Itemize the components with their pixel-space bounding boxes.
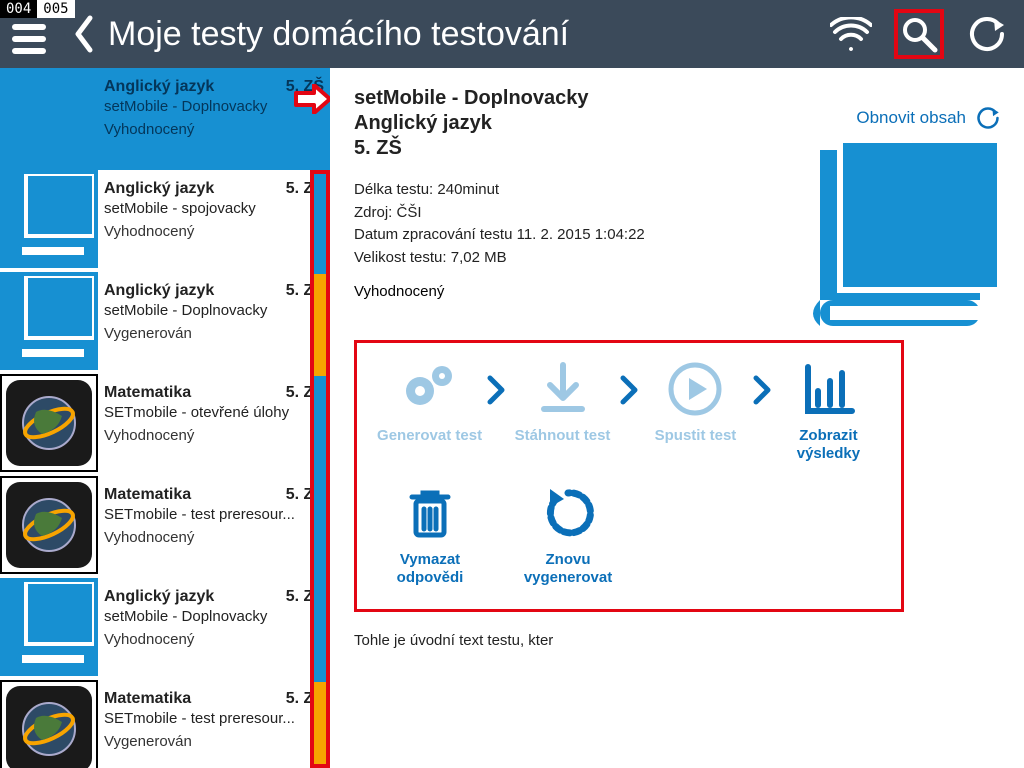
menu-button[interactable] bbox=[12, 19, 52, 59]
item-subject: Anglický jazyk bbox=[104, 78, 214, 96]
item-source: setMobile - Doplnovacky bbox=[104, 608, 324, 625]
item-grade: 5. ZŠ bbox=[286, 180, 324, 198]
back-button[interactable] bbox=[72, 14, 102, 54]
book-icon bbox=[0, 272, 98, 370]
chevron-icon bbox=[484, 357, 508, 405]
book-icon bbox=[0, 170, 98, 268]
item-source: setMobile - spojovacky bbox=[104, 200, 324, 217]
download-icon bbox=[508, 357, 617, 421]
globe-icon bbox=[0, 374, 98, 472]
action-results[interactable]: Zobrazit výsledky bbox=[774, 357, 883, 463]
page-title: Moje testy domácího testování bbox=[108, 15, 826, 54]
play-icon bbox=[641, 357, 750, 421]
item-grade: 5. ZŠ bbox=[286, 282, 324, 300]
undo-icon bbox=[513, 481, 623, 545]
item-status: Vyhodnocený bbox=[104, 529, 324, 546]
item-status: Vyhodnocený bbox=[104, 631, 324, 648]
list-item[interactable]: Anglický jazyk 5. ZŠ setMobile - Doplnovac… bbox=[0, 272, 330, 374]
item-source: SETmobile - test preresour... bbox=[104, 710, 324, 727]
item-subject: Matematika bbox=[104, 486, 191, 504]
item-grade: 5. ZŠ bbox=[286, 486, 324, 504]
timecodes: 004005 bbox=[0, 0, 75, 18]
action-generate[interactable]: Generovat test bbox=[375, 357, 484, 445]
item-grade: 5. ZŠ bbox=[286, 588, 324, 606]
detail-title-3: 5. ZŠ bbox=[354, 137, 402, 159]
action-clear[interactable]: Vymazat odpovědi bbox=[375, 481, 485, 587]
detail-title-2: Anglický jazyk bbox=[354, 112, 492, 134]
action-run[interactable]: Spustit test bbox=[641, 357, 750, 445]
detail-title-1: setMobile - Doplnovacky bbox=[354, 87, 589, 109]
globe-icon bbox=[0, 680, 98, 768]
item-grade: 5. ZŠ bbox=[286, 384, 324, 402]
item-subject: Anglický jazyk bbox=[104, 180, 214, 198]
wifi-icon bbox=[826, 9, 876, 59]
intro-text: Tohle je úvodní text testu, kter bbox=[354, 632, 1000, 649]
actions-highlight: Generovat test bbox=[354, 340, 904, 612]
list-item[interactable]: Matematika 5. ZŠ SETmobile - test preresou… bbox=[0, 476, 330, 578]
book-icon bbox=[0, 578, 98, 676]
refresh-button[interactable] bbox=[962, 9, 1012, 59]
item-source: setMobile - Doplnovacky bbox=[104, 98, 324, 115]
list-item[interactable]: Anglický jazyk5. ZŠsetMobile - Doplnovac… bbox=[0, 68, 330, 170]
gears-icon bbox=[375, 357, 484, 421]
book-icon bbox=[800, 140, 1000, 340]
item-source: SETmobile - otevřené úlohy bbox=[104, 404, 324, 421]
item-status: Vyhodnocený bbox=[104, 121, 324, 138]
list-item[interactable]: Anglický jazyk 5. ZŠ setMobile - spojovack… bbox=[0, 170, 330, 272]
item-status: Vygenerován bbox=[104, 733, 324, 750]
selection-arrow-icon bbox=[294, 84, 330, 119]
item-source: setMobile - Doplnovacky bbox=[104, 302, 324, 319]
item-grade: 5. ZŠ bbox=[286, 690, 324, 708]
list-item[interactable]: Matematika 5. ZŠ SETmobile - otevřené úloh… bbox=[0, 374, 330, 476]
chevron-icon bbox=[750, 357, 774, 405]
trash-icon bbox=[375, 481, 485, 545]
item-subject: Anglický jazyk bbox=[104, 588, 214, 606]
action-regenerate[interactable]: Znovu vygenerovat bbox=[513, 481, 623, 587]
globe-icon bbox=[0, 476, 98, 574]
chevron-icon bbox=[617, 357, 641, 405]
item-status: Vyhodnocený bbox=[104, 427, 324, 444]
item-status: Vygenerován bbox=[104, 325, 324, 342]
refresh-content-button[interactable]: Obnovit obsah bbox=[856, 106, 1000, 130]
action-download[interactable]: Stáhnout test bbox=[508, 357, 617, 445]
item-subject: Matematika bbox=[104, 384, 191, 402]
item-source: SETmobile - test preresour... bbox=[104, 506, 324, 523]
list-item[interactable]: Matematika 5. ZŠ SETmobile - test preresou… bbox=[0, 680, 330, 768]
item-subject: Matematika bbox=[104, 690, 191, 708]
item-subject: Anglický jazyk bbox=[104, 282, 214, 300]
chart-icon bbox=[774, 357, 883, 421]
search-button[interactable] bbox=[894, 9, 944, 59]
list-item[interactable]: Anglický jazyk 5. ZŠ setMobile - Doplnovac… bbox=[0, 578, 330, 680]
item-status: Vyhodnocený bbox=[104, 223, 324, 240]
